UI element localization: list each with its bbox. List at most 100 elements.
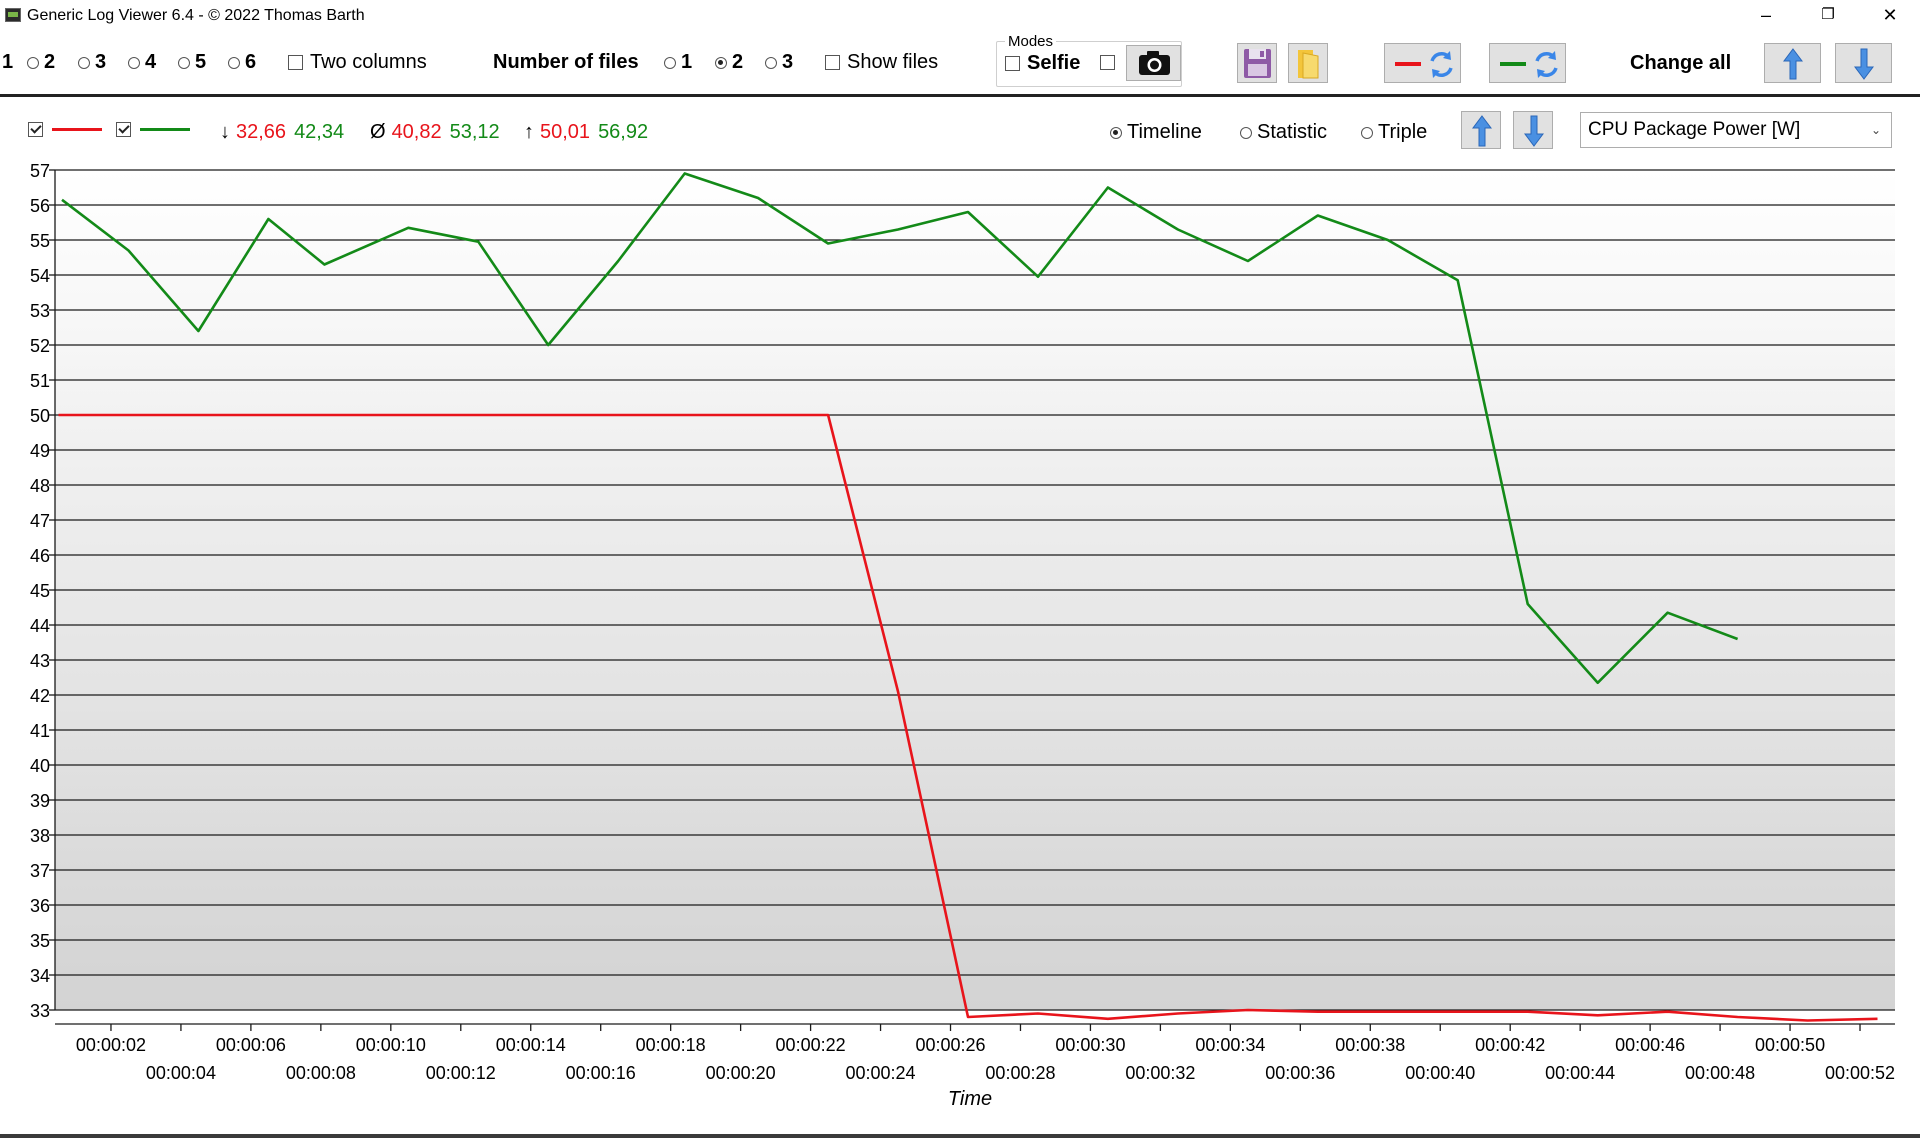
y-tick-label: 33	[30, 1001, 50, 1021]
view-mode-label: Timeline	[1127, 121, 1202, 143]
red-series-toggle[interactable]	[28, 122, 50, 137]
radio-icon	[128, 56, 140, 69]
x-tick-label: 00:00:50	[1755, 1035, 1825, 1055]
change-all-up-button[interactable]	[1764, 43, 1821, 83]
sensor-up-button[interactable]	[1461, 111, 1501, 149]
green-series-refresh-button[interactable]	[1489, 43, 1566, 83]
y-tick-label: 37	[30, 861, 50, 881]
x-tick-label: 00:00:26	[915, 1035, 985, 1055]
checkbox-icon	[288, 55, 303, 70]
x-tick-label: 00:00:20	[706, 1063, 776, 1083]
columns-option-label: 6	[245, 51, 257, 73]
y-tick-label: 42	[30, 686, 50, 706]
file-count-option-1[interactable]: 1	[664, 51, 692, 74]
x-tick-label: 00:00:34	[1195, 1035, 1265, 1055]
arrow-down-icon	[1854, 48, 1874, 80]
x-axis-label: Time	[948, 1088, 992, 1110]
y-tick-label: 50	[30, 406, 50, 426]
x-tick-label: 00:00:30	[1055, 1035, 1125, 1055]
x-tick-label: 00:00:12	[426, 1063, 496, 1083]
columns-option-4[interactable]: 4	[128, 51, 156, 74]
y-tick-label: 55	[30, 231, 50, 251]
y-tick-label: 52	[30, 336, 50, 356]
min-arrow-icon: ↓	[220, 121, 230, 143]
two-columns-label: Two columns	[310, 51, 427, 73]
x-tick-label: 00:00:04	[146, 1063, 216, 1083]
two-columns-checkbox[interactable]: Two columns	[288, 51, 427, 74]
change-all-label: Change all	[1630, 52, 1732, 74]
radio-icon	[228, 56, 240, 69]
max-red-value: 50,01	[540, 121, 591, 143]
x-tick-label: 00:00:08	[286, 1063, 356, 1083]
y-tick-label: 44	[30, 616, 50, 636]
checkbox-icon	[1100, 55, 1115, 70]
columns-option-5[interactable]: 5	[178, 51, 206, 74]
red-series-legend-line	[52, 128, 102, 131]
avg-stats: Ø 40,82 53,12	[370, 121, 500, 144]
columns-option-6[interactable]: 6	[228, 51, 256, 74]
y-tick-label: 48	[30, 476, 50, 496]
columns-option-label: 2	[44, 51, 56, 73]
file-count-label: 1	[681, 51, 693, 73]
x-tick-label: 00:00:24	[846, 1063, 916, 1083]
max-green-value: 56,92	[598, 121, 649, 143]
open-folder-button[interactable]	[1288, 43, 1328, 83]
columns-option-1[interactable]: 1	[2, 51, 13, 74]
file-count-option-2[interactable]: 2	[715, 51, 743, 74]
y-tick-label: 45	[30, 581, 50, 601]
selfie-label: Selfie	[1027, 52, 1081, 74]
green-series-toggle[interactable]	[116, 122, 138, 137]
y-tick-label: 51	[30, 371, 50, 391]
close-button[interactable]: ✕	[1861, 0, 1919, 30]
x-tick-label: 00:00:46	[1615, 1035, 1685, 1055]
arrow-up-icon	[1472, 115, 1492, 147]
arrow-up-icon	[1783, 48, 1803, 80]
y-tick-label: 43	[30, 651, 50, 671]
view-mode-timeline[interactable]: Timeline	[1110, 121, 1202, 144]
avg-red-value: 40,82	[391, 121, 442, 143]
file-count-option-3[interactable]: 3	[765, 51, 793, 74]
radio-icon	[664, 56, 676, 69]
screenshot-button[interactable]	[1126, 45, 1181, 81]
radio-icon	[27, 56, 39, 69]
restore-button[interactable]: ❐	[1799, 0, 1857, 30]
radio-icon	[1240, 126, 1252, 139]
selfie-checkbox[interactable]: Selfie	[1005, 52, 1080, 75]
green-series-legend-line	[140, 128, 190, 131]
x-tick-label: 00:00:40	[1405, 1063, 1475, 1083]
min-red-value: 32,66	[236, 121, 287, 143]
checkbox-icon	[1005, 56, 1020, 71]
y-tick-label: 40	[30, 756, 50, 776]
average-icon: Ø	[370, 121, 386, 143]
folder-icon	[1298, 50, 1319, 79]
floppy-disk-icon	[1244, 49, 1271, 78]
save-button[interactable]	[1237, 43, 1277, 83]
window-title: Generic Log Viewer 6.4 - © 2022 Thomas B…	[27, 7, 365, 24]
avg-green-value: 53,12	[449, 121, 500, 143]
view-mode-statistic[interactable]: Statistic	[1240, 121, 1327, 144]
columns-option-label: 4	[145, 51, 157, 73]
sensor-down-button[interactable]	[1513, 111, 1553, 149]
y-tick-label: 54	[30, 266, 50, 286]
view-mode-triple[interactable]: Triple	[1361, 121, 1427, 144]
x-tick-label: 00:00:44	[1545, 1063, 1615, 1083]
x-tick-label: 00:00:22	[776, 1035, 846, 1055]
camera-mode-checkbox[interactable]	[1100, 55, 1122, 70]
show-files-checkbox[interactable]: Show files	[825, 51, 938, 74]
modes-label: Modes	[1005, 33, 1057, 50]
columns-option-2[interactable]: 2	[27, 51, 55, 74]
columns-option-3[interactable]: 3	[78, 51, 106, 74]
max-stats: ↑ 50,01 56,92	[524, 121, 648, 144]
x-tick-label: 00:00:36	[1265, 1063, 1335, 1083]
green-line-refresh-icon	[1500, 51, 1558, 78]
x-tick-label: 00:00:42	[1475, 1035, 1545, 1055]
x-tick-label: 00:00:10	[356, 1035, 426, 1055]
change-all-down-button[interactable]	[1835, 43, 1892, 83]
minimize-button[interactable]: –	[1737, 0, 1795, 30]
sensor-select-value: CPU Package Power [W]	[1588, 119, 1801, 140]
red-series-refresh-button[interactable]	[1384, 43, 1461, 83]
y-tick-label: 47	[30, 511, 50, 531]
sensor-select[interactable]: CPU Package Power [W] ⌄	[1580, 112, 1892, 148]
x-tick-label: 00:00:38	[1335, 1035, 1405, 1055]
camera-icon	[1139, 51, 1170, 75]
